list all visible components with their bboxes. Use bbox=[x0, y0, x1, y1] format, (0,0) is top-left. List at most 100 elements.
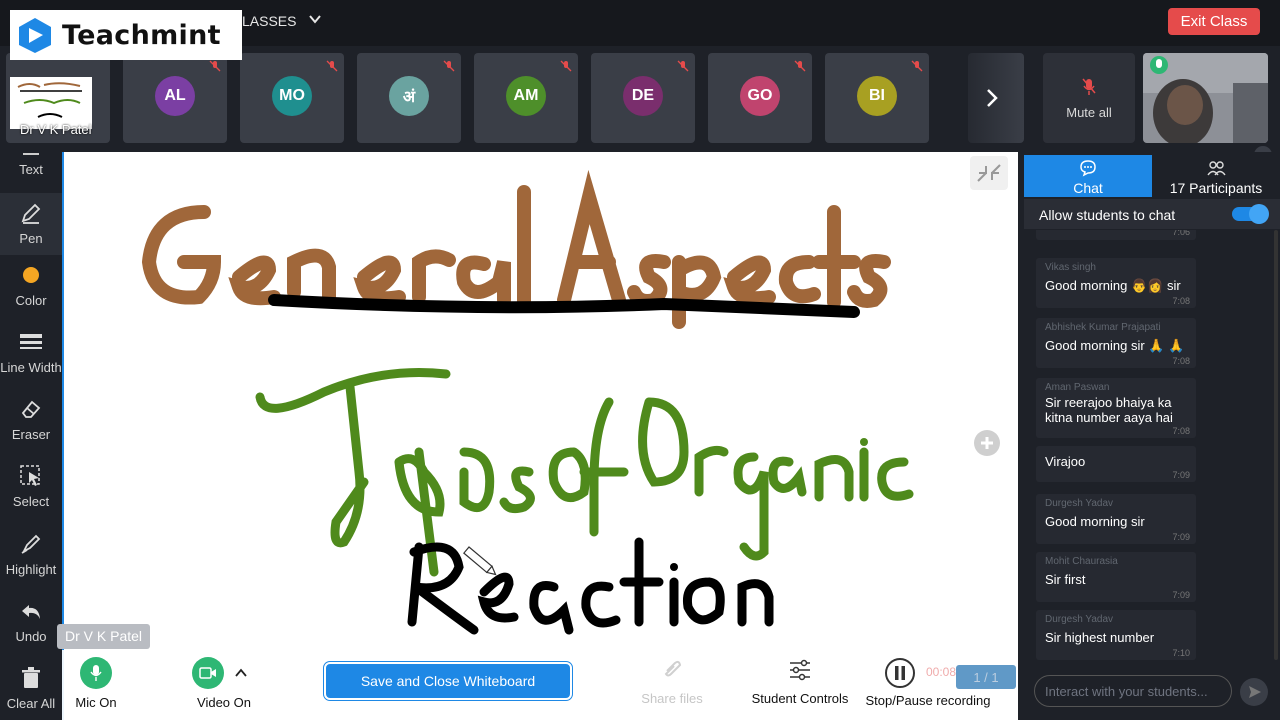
tool-label: Undo bbox=[15, 629, 47, 644]
tab-participants-label: 17 Participants bbox=[1169, 180, 1263, 196]
self-video-tile[interactable] bbox=[1143, 53, 1268, 143]
share-files-button[interactable]: Share files bbox=[636, 657, 708, 706]
chat-message: Aman Paswan Sir reerajoo bhaiya ka kitna … bbox=[1036, 378, 1196, 438]
message-time: 7:09 bbox=[1172, 532, 1190, 542]
chat-message: Durgesh Yadav Sir highest number 7:10 bbox=[1036, 610, 1196, 660]
participant-tile[interactable]: AL bbox=[123, 53, 227, 143]
tool-undo-button[interactable]: Undo bbox=[0, 591, 62, 653]
chat-message: Vikas singh Good morning 👨‍👩 sir 7:08 bbox=[1036, 258, 1196, 308]
chat-message: Virajoo 7:09 bbox=[1036, 446, 1196, 482]
whiteboard-canvas[interactable] bbox=[62, 152, 1018, 720]
student-controls-label: Student Controls bbox=[751, 691, 849, 706]
tool-label: Line Width bbox=[0, 360, 62, 375]
tool-label: Eraser bbox=[11, 427, 51, 442]
avatar: अं bbox=[389, 76, 429, 116]
avatar: MO bbox=[272, 76, 312, 116]
color-icon bbox=[19, 263, 43, 287]
participant-tile[interactable]: AM bbox=[474, 53, 578, 143]
save-close-whiteboard-button[interactable]: Save and Close Whiteboard bbox=[324, 662, 572, 700]
tool-clear-all-button[interactable]: Clear All bbox=[0, 658, 62, 720]
tab-chat[interactable]: Chat bbox=[1024, 155, 1152, 197]
exit-class-button[interactable]: Exit Class bbox=[1168, 8, 1260, 35]
message-time: 7:08 bbox=[1172, 426, 1190, 436]
message-sender: Abhishek Kumar Prajapati bbox=[1045, 322, 1161, 333]
message-time: 7:10 bbox=[1172, 648, 1190, 658]
next-participants-button[interactable] bbox=[968, 53, 1024, 143]
message-sender: Mohit Chaurasia bbox=[1045, 556, 1118, 567]
tool-label: Color bbox=[15, 293, 47, 308]
sliders-icon bbox=[748, 657, 852, 689]
mic-off-icon bbox=[794, 59, 806, 72]
chevron-down-icon[interactable] bbox=[308, 12, 322, 31]
mic-label: Mic On bbox=[75, 695, 117, 710]
host-name: Dr V K Patel bbox=[20, 122, 92, 137]
host-tile[interactable]: Dr V K Patel bbox=[6, 53, 110, 143]
app-root: Teachmint LASSES Exit Class Dr V K Patel… bbox=[0, 0, 1280, 720]
mic-off-icon bbox=[677, 59, 689, 72]
recording-timer: 00:08 bbox=[926, 665, 957, 679]
message-time: 7:08 bbox=[1172, 356, 1190, 366]
tool-select-button[interactable]: Select bbox=[0, 456, 62, 518]
message-text: Virajoo bbox=[1045, 454, 1086, 469]
exit-fullscreen-button[interactable] bbox=[970, 156, 1008, 190]
users-icon bbox=[1152, 159, 1280, 180]
avatar: AM bbox=[506, 76, 546, 116]
message-text: Sir highest number bbox=[1045, 630, 1155, 645]
message-time: 7:06 bbox=[1172, 230, 1190, 237]
message-text: Good morning 👨‍👩 sir bbox=[1045, 278, 1181, 293]
chat-scrollbar[interactable] bbox=[1274, 230, 1278, 660]
mic-off-icon bbox=[1081, 77, 1097, 102]
message-sender: Aman Paswan bbox=[1045, 382, 1110, 393]
tool-pen-button[interactable]: Pen bbox=[0, 193, 62, 255]
allow-chat-toggle[interactable] bbox=[1232, 204, 1269, 224]
mute-all-label: Mute all bbox=[1066, 105, 1112, 120]
message-text: Sir reerajoo bhaiya ka kitna number aaya… bbox=[1045, 395, 1173, 425]
avatar: AL bbox=[155, 76, 195, 116]
message-sender: Durgesh Yadav bbox=[1045, 614, 1114, 625]
message-text: Sir first bbox=[1045, 572, 1086, 587]
participant-tile[interactable]: MO bbox=[240, 53, 344, 143]
line-width-icon bbox=[19, 330, 43, 354]
video-camera-icon bbox=[192, 657, 224, 689]
student-controls-button[interactable]: Student Controls bbox=[748, 657, 852, 706]
chevron-up-icon[interactable] bbox=[234, 666, 248, 685]
toggle-knob bbox=[1249, 204, 1269, 224]
tab-chat-label: Chat bbox=[1073, 180, 1103, 196]
mute-all-button[interactable]: Mute all bbox=[1043, 53, 1135, 143]
allow-chat-label: Allow students to chat bbox=[1039, 207, 1176, 223]
chat-input[interactable] bbox=[1034, 675, 1232, 707]
pen-icon bbox=[19, 201, 43, 225]
highlight-icon bbox=[19, 532, 43, 556]
avatar: BI bbox=[857, 76, 897, 116]
eraser-icon bbox=[19, 397, 43, 421]
chat-bubble-icon bbox=[1024, 159, 1152, 180]
tool-label: Select bbox=[12, 494, 50, 509]
share-files-label: Share files bbox=[641, 691, 703, 706]
send-button[interactable] bbox=[1240, 678, 1268, 706]
presenter-label: Dr V K Patel bbox=[57, 624, 151, 649]
brand-logo: Teachmint bbox=[10, 10, 242, 60]
message-text: Good morning sir 🙏 🙏 bbox=[1045, 338, 1185, 353]
allow-chat-row: Allow students to chat bbox=[1024, 199, 1280, 229]
chat-message: Durgesh Yadav Good morning sir 7:09 bbox=[1036, 494, 1196, 544]
mic-off-icon bbox=[560, 59, 572, 72]
participant-tile[interactable]: BI bbox=[825, 53, 929, 143]
message-sender: Durgesh Yadav bbox=[1045, 498, 1114, 509]
chat-message: Abhishek Kumar Prajapati Good morning sir… bbox=[1036, 318, 1196, 368]
participant-tile[interactable]: अं bbox=[357, 53, 461, 143]
participant-tile[interactable]: GO bbox=[708, 53, 812, 143]
tool-highlight-button[interactable]: Highlight bbox=[0, 524, 62, 586]
tool-color-button[interactable]: Color bbox=[0, 255, 62, 317]
message-time: 7:09 bbox=[1172, 470, 1190, 480]
chat-messages: 7:06 Vikas singh Good morning 👨‍👩 sir 7:08 A… bbox=[1024, 230, 1280, 660]
tool-eraser-button[interactable]: Eraser bbox=[0, 389, 62, 451]
mic-toggle-button[interactable]: Mic On bbox=[70, 657, 122, 710]
class-title[interactable]: LASSES bbox=[242, 13, 296, 29]
add-page-icon[interactable] bbox=[974, 430, 1000, 456]
tool-line-width-button[interactable]: Line Width bbox=[0, 322, 62, 384]
video-label: Video On bbox=[197, 695, 251, 710]
mic-off-icon bbox=[911, 59, 923, 72]
tab-participants[interactable]: 17 Participants bbox=[1152, 155, 1280, 197]
participant-tile[interactable]: DE bbox=[591, 53, 695, 143]
page-indicator: 1 / 1 bbox=[956, 665, 1016, 689]
